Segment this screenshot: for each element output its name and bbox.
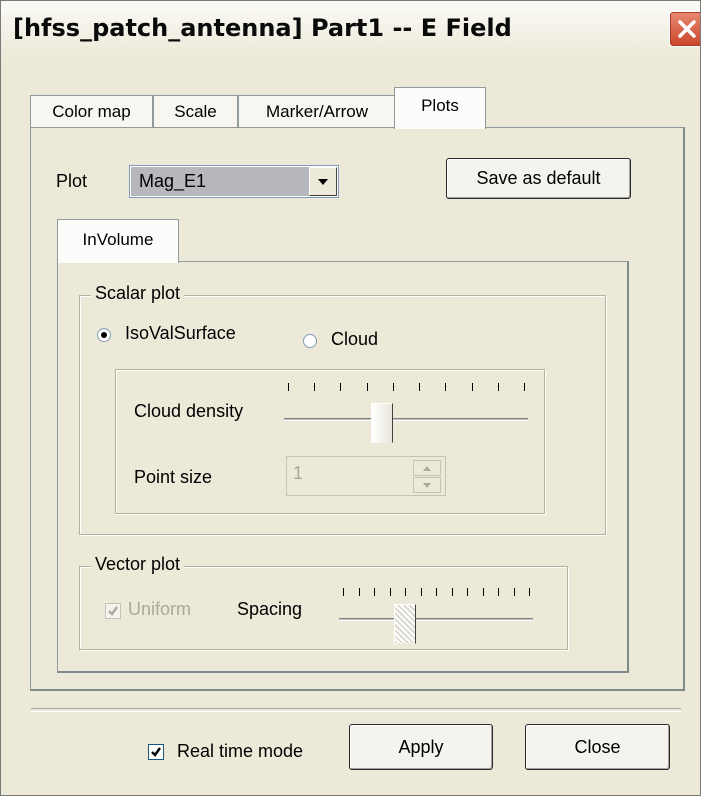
chevron-down-icon [318, 178, 328, 185]
slider-tick [359, 588, 360, 596]
slider-tick [514, 588, 515, 596]
tab-involume[interactable]: InVolume [57, 219, 179, 263]
dialog-window: [hfss_patch_antenna] Part1 -- E Field Co… [0, 0, 701, 796]
slider-tick [467, 588, 468, 596]
save-as-default-button[interactable]: Save as default [446, 158, 631, 199]
footer-divider [31, 708, 681, 712]
point-size-label: Point size [134, 467, 213, 487]
spacing-label: Spacing [237, 599, 303, 619]
tab-scale[interactable]: Scale [153, 95, 238, 127]
spin-down-button[interactable] [413, 477, 441, 493]
tab-label: Plots [421, 96, 459, 115]
uniform-label: Uniform [128, 599, 192, 619]
point-size-value: 1 [293, 463, 304, 483]
slider-tick [367, 383, 368, 391]
slider-tick [419, 383, 420, 391]
slider-tick [483, 588, 484, 596]
slider-track [284, 418, 528, 421]
slider-thumb[interactable] [371, 403, 393, 443]
vector-plot-title: Vector plot [91, 554, 185, 575]
slider-tick [374, 588, 375, 596]
radio-selected-dot [101, 332, 107, 338]
spin-down-icon [423, 482, 431, 488]
slider-track [339, 618, 533, 621]
slider-tick [472, 383, 473, 391]
real-time-mode-label[interactable]: Real time mode [177, 741, 303, 762]
slider-tick [445, 383, 446, 391]
window-title: [hfss_patch_antenna] Part1 -- E Field [13, 14, 512, 42]
tab-color-map[interactable]: Color map [30, 95, 153, 127]
plot-select-value: Mag_E1 [131, 167, 309, 196]
apply-button[interactable]: Apply [349, 724, 493, 770]
uniform-checkbox[interactable] [105, 603, 121, 619]
slider-tick [436, 588, 437, 596]
cloud-label[interactable]: Cloud [331, 329, 378, 350]
tab-label: InVolume [82, 230, 154, 249]
slider-tick [405, 588, 406, 596]
slider-tick [340, 383, 341, 391]
tab-marker-arrow[interactable]: Marker/Arrow [238, 95, 396, 127]
plot-dropdown-button[interactable] [309, 167, 337, 196]
cloud-density-slider[interactable] [284, 381, 528, 451]
close-icon [678, 20, 696, 38]
tab-label: Color map [52, 102, 131, 121]
scalar-plot-title: Scalar plot [91, 283, 185, 304]
slider-tick [524, 383, 525, 391]
spin-up-icon [423, 465, 431, 471]
tab-label: Scale [174, 102, 217, 121]
check-icon [108, 606, 118, 616]
tab-label: Marker/Arrow [265, 102, 368, 121]
slider-tick [288, 383, 289, 391]
slider-tick [421, 588, 422, 596]
slider-tick [498, 588, 499, 596]
tab-plots[interactable]: Plots [394, 87, 486, 129]
spin-up-button[interactable] [413, 460, 441, 476]
title-bar[interactable]: [hfss_patch_antenna] Part1 -- E Field [1, 1, 700, 59]
slider-tick [498, 383, 499, 391]
plot-select[interactable]: Mag_E1 [129, 165, 339, 198]
isovalsurface-label[interactable]: IsoValSurface [125, 323, 236, 344]
slider-tick [529, 588, 530, 596]
slider-tick [314, 383, 315, 391]
slider-tick [393, 383, 394, 391]
close-button[interactable]: Close [525, 724, 670, 770]
cloud-radio[interactable] [303, 334, 317, 348]
spacing-slider[interactable] [339, 584, 533, 648]
plot-label: Plot [56, 171, 88, 191]
real-time-mode-checkbox[interactable] [148, 744, 164, 760]
slider-tick [390, 588, 391, 596]
slider-tick [343, 588, 344, 596]
slider-thumb[interactable] [394, 604, 416, 644]
cloud-density-label: Cloud density [134, 401, 244, 421]
window-close-button[interactable] [669, 11, 700, 47]
check-icon [151, 747, 161, 757]
point-size-spinbox[interactable]: 1 [286, 456, 446, 496]
isovalsurface-radio[interactable] [97, 328, 111, 342]
slider-tick [452, 588, 453, 596]
